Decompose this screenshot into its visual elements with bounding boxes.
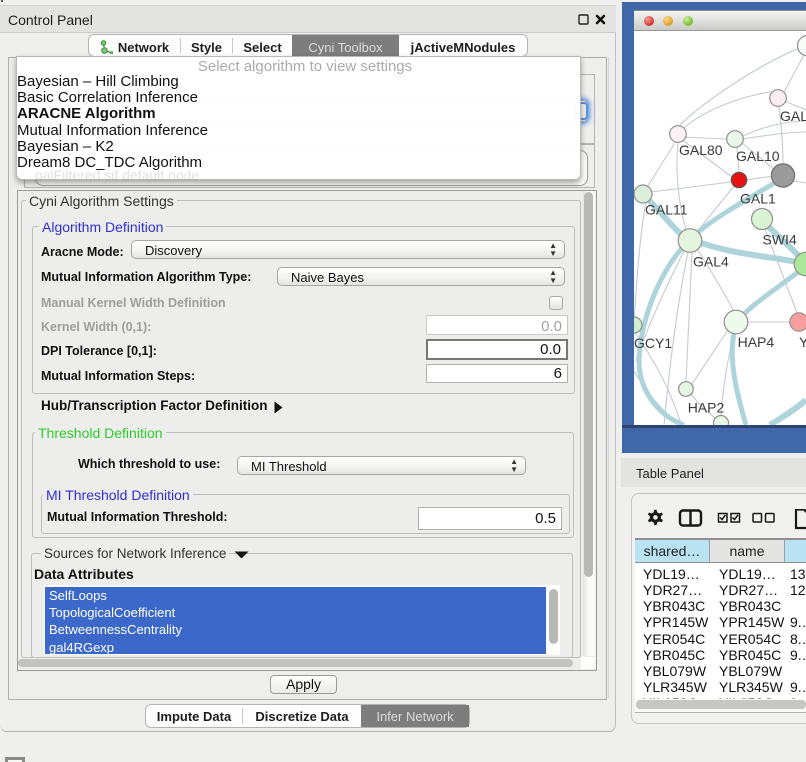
svg-text:GAL4: GAL4	[693, 254, 729, 270]
svg-text:GAL80: GAL80	[679, 142, 723, 158]
svg-text:GAL10: GAL10	[736, 148, 780, 164]
svg-text:GCY1: GCY1	[634, 335, 672, 351]
svg-text:SWI4: SWI4	[763, 231, 797, 247]
svg-text:Y: Y	[799, 334, 806, 350]
svg-text:HAP2: HAP2	[688, 399, 725, 415]
svg-text:GAL11: GAL11	[645, 202, 688, 218]
svg-text:HAP4: HAP4	[738, 334, 775, 350]
svg-text:GAL2: GAL2	[780, 108, 806, 124]
svg-text:GAL1: GAL1	[740, 191, 776, 207]
